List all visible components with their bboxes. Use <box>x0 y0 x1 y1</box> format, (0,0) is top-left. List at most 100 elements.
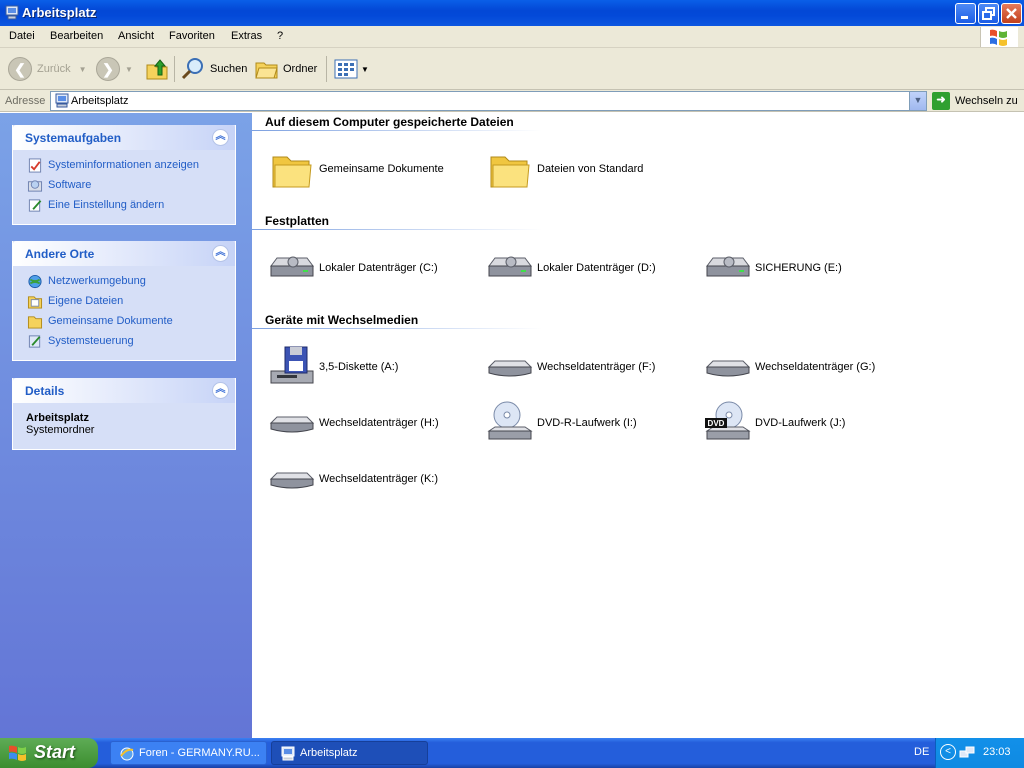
menu-edit[interactable]: Bearbeiten <box>50 30 103 42</box>
drive-item-a[interactable]: 3,5-Diskette (A:) <box>267 343 398 391</box>
removable-drive-icon <box>487 360 533 377</box>
windows-flag-icon <box>990 29 1007 46</box>
menu-file[interactable]: Datei <box>9 30 35 42</box>
drive-item-f[interactable]: Wechseldatenträger (F:) <box>485 343 655 391</box>
search-label: Suchen <box>210 63 248 75</box>
link-control-panel[interactable]: Systemsteuerung <box>13 332 235 352</box>
menu-help[interactable]: ? <box>277 30 283 42</box>
up-folder-button[interactable] <box>145 54 169 84</box>
dvd-drive-icon: DVD <box>705 401 751 440</box>
drive-item-g[interactable]: Wechseldatenträger (G:) <box>703 343 875 391</box>
search-icon <box>181 58 203 80</box>
link-network[interactable]: Netzwerkumgebung <box>13 272 235 292</box>
go-button[interactable]: ➜ Wechseln zu <box>932 91 1018 111</box>
details-name: Arbeitsplatz <box>26 412 89 424</box>
window-title: Arbeitsplatz <box>22 5 97 20</box>
link-label: Eine Einstellung ändern <box>48 199 165 211</box>
folder-item[interactable]: Gemeinsame Dokumente <box>267 145 444 193</box>
my-computer-icon <box>281 746 295 761</box>
drive-item-j[interactable]: DVD DVD-Laufwerk (J:) <box>703 399 845 447</box>
collapse-chevron-icon[interactable]: ︽ <box>212 129 229 146</box>
title-bar[interactable]: Arbeitsplatz <box>0 0 1024 26</box>
settings-icon <box>28 199 42 212</box>
address-dropdown-button[interactable]: ▼ <box>909 92 926 110</box>
link-change-setting[interactable]: Eine Einstellung ändern <box>13 196 235 216</box>
link-label: Systemsteuerung <box>48 335 134 347</box>
removable-drive-icon <box>705 360 751 377</box>
folders-icon <box>255 62 278 79</box>
back-button[interactable]: ❮ Zurück ▼ <box>8 54 87 84</box>
item-label: Wechseldatenträger (G:) <box>755 361 876 373</box>
dvd-badge-text: DVD <box>708 419 725 428</box>
file-view: Auf diesem Computer gespeicherte Dateien… <box>252 113 1024 738</box>
link-shared-documents[interactable]: Gemeinsame Dokumente <box>13 312 235 332</box>
menu-extras[interactable]: Extras <box>231 30 262 42</box>
chevron-left-icon[interactable]: < <box>940 744 956 760</box>
language-indicator[interactable]: DE <box>914 746 929 758</box>
chevron-down-icon: ▼ <box>913 95 923 105</box>
folders-button[interactable]: Ordner <box>255 54 317 84</box>
drive-item-i[interactable]: DVD-R-Laufwerk (I:) <box>485 399 637 447</box>
menu-view[interactable]: Ansicht <box>118 30 154 42</box>
drive-item-k[interactable]: Wechseldatenträger (K:) <box>267 455 438 503</box>
views-button[interactable]: ▼ <box>334 54 369 84</box>
item-label: Wechseldatenträger (K:) <box>319 473 439 485</box>
panel-header[interactable]: Systemaufgaben ︽ <box>13 125 235 150</box>
folders-label: Ordner <box>283 63 318 75</box>
hard-drive-icon <box>706 256 750 277</box>
item-label: Dateien von Standard <box>537 163 644 175</box>
folder-icon <box>272 156 312 188</box>
folder-item[interactable]: Dateien von Standard <box>485 145 643 193</box>
forward-dropdown-icon[interactable]: ▼ <box>125 65 133 74</box>
my-documents-icon <box>27 296 43 309</box>
drive-item-h[interactable]: Wechseldatenträger (H:) <box>267 399 439 447</box>
item-label: DVD-Laufwerk (J:) <box>755 417 846 429</box>
network-icon <box>28 274 42 289</box>
go-label: Wechseln zu <box>955 95 1018 107</box>
taskbar: Start Foren - GERMANY.RU... Arbeitsplatz… <box>0 738 1024 768</box>
system-tray: < 23:03 <box>935 738 1024 768</box>
taskbar-item-ie[interactable]: Foren - GERMANY.RU... <box>110 741 267 765</box>
menu-favorites[interactable]: Favoriten <box>169 30 215 42</box>
internet-explorer-icon <box>120 747 134 761</box>
go-arrow-icon: ➜ <box>932 92 950 110</box>
other-places-panel: Andere Orte ︽ Netzwerkumgebung Eigene Da… <box>12 241 236 361</box>
system-tasks-panel: Systemaufgaben ︽ Systeminformationen anz… <box>12 125 236 225</box>
collapse-chevron-icon[interactable]: ︽ <box>212 245 229 262</box>
toolbar-separator <box>174 56 175 82</box>
floppy-drive-icon <box>270 346 314 384</box>
collapse-chevron-icon[interactable]: ︽ <box>212 382 229 399</box>
address-input[interactable]: Arbeitsplatz ▼ <box>50 91 927 111</box>
back-arrow-icon: ❮ <box>8 57 32 81</box>
panel-header[interactable]: Andere Orte ︽ <box>13 241 235 266</box>
restore-button[interactable] <box>978 3 999 24</box>
section-divider <box>252 229 542 230</box>
up-folder-icon <box>146 59 168 80</box>
link-label: Systeminformationen anzeigen <box>48 159 200 171</box>
details-panel: Details ︽ Arbeitsplatz Systemordner <box>12 378 236 450</box>
link-system-info[interactable]: Systeminformationen anzeigen <box>13 156 235 176</box>
folder-icon <box>490 156 530 188</box>
system-info-icon <box>28 158 42 173</box>
clock[interactable]: 23:03 <box>983 746 1011 758</box>
drive-item-d[interactable]: Lokaler Datenträger (D:) <box>485 244 656 292</box>
drive-item-c[interactable]: Lokaler Datenträger (C:) <box>267 244 438 292</box>
link-my-documents[interactable]: Eigene Dateien <box>13 292 235 312</box>
link-software[interactable]: Software <box>13 176 235 196</box>
address-bar: Adresse Arbeitsplatz ▼ ➜ Wechseln zu <box>0 90 1024 112</box>
back-dropdown-icon[interactable]: ▼ <box>79 65 87 74</box>
taskbar-item-my-computer[interactable]: Arbeitsplatz <box>271 741 428 765</box>
start-button[interactable]: Start <box>0 738 98 768</box>
panel-header[interactable]: Details ︽ <box>13 378 235 403</box>
search-button[interactable]: Suchen <box>180 54 247 84</box>
removable-drive-icon <box>269 472 315 489</box>
item-label: Lokaler Datenträger (C:) <box>319 262 438 274</box>
drive-item-e[interactable]: SICHERUNG (E:) <box>703 244 842 292</box>
network-tray-icon[interactable] <box>959 745 975 761</box>
forward-button[interactable]: ❯ ▼ <box>96 54 133 84</box>
toolbar: ❮ Zurück ▼ ❯ ▼ Suchen Ordner ▼ <box>0 48 1024 90</box>
address-value: Arbeitsplatz <box>71 95 129 107</box>
item-label: Wechseldatenträger (F:) <box>537 361 656 373</box>
minimize-button[interactable] <box>955 3 976 24</box>
close-button[interactable] <box>1001 3 1022 24</box>
